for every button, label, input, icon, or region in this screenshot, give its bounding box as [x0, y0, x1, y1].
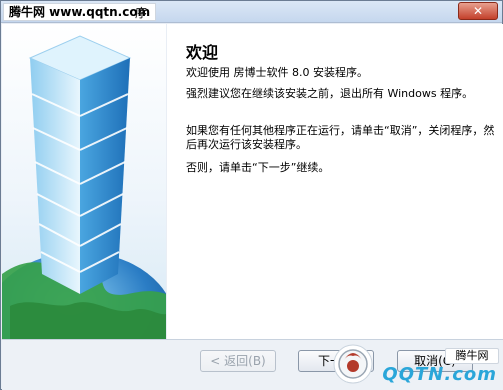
window-title-suffix: 序 — [135, 6, 148, 20]
title-bar: 腾牛网 www.qqtn.com 序 ✕ — [1, 1, 502, 23]
qqtn-logo-icon — [333, 344, 373, 384]
welcome-content: 欢迎 欢迎使用 房博士软件 8.0 安装程序。 强烈建议您在继续该安装之前，退出… — [167, 24, 503, 339]
welcome-paragraph-1: 欢迎使用 房博士软件 8.0 安装程序。 — [186, 66, 368, 79]
watermark-top-text: 腾牛网 www.qqtn.com — [9, 5, 151, 19]
watermark-top: 腾牛网 www.qqtn.com — [3, 3, 157, 21]
welcome-paragraph-4: 否则，请单击“下一步”继续。 — [186, 161, 330, 174]
page-title: 欢迎 — [186, 43, 219, 62]
installer-window: 腾牛网 www.qqtn.com 序 ✕ 欢迎 欢迎使用 房博士软件 8.0 安… — [0, 0, 503, 390]
installer-graphic — [2, 24, 166, 339]
close-icon: ✕ — [472, 4, 484, 18]
watermark-qqtn-text: QQTN.com — [382, 364, 497, 385]
back-button[interactable]: < 返回(B) — [200, 350, 276, 372]
button-bar: < 返回(B) 下一步 取消(C) 腾牛网 QQTN.com — [2, 339, 503, 390]
welcome-paragraph-2: 强烈建议您在继续该安装之前，退出所有 Windows 程序。 — [186, 87, 474, 100]
watermark-bottom-right: 腾牛网 — [445, 348, 499, 364]
close-button[interactable]: ✕ — [458, 2, 498, 20]
tower-globe-illustration — [2, 35, 166, 339]
welcome-paragraph-3: 如果您有任何其他程序正在运行，请单击“取消”，关闭程序，然后再次运行该安装程序。 — [186, 124, 495, 151]
